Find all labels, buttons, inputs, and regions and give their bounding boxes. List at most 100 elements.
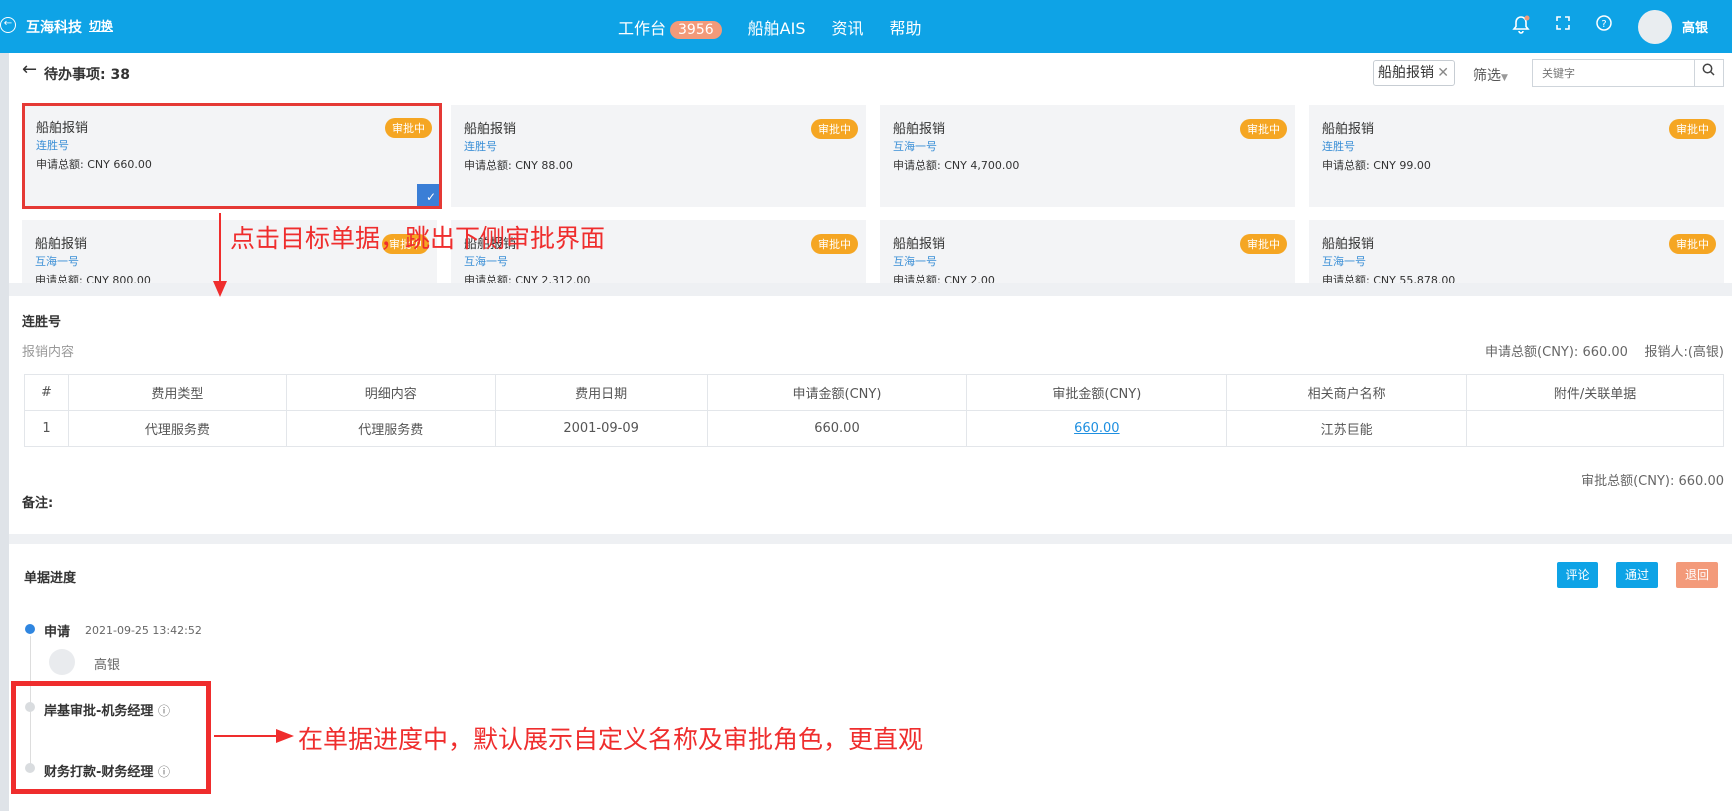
step-time: 2021-09-25 13:42:52	[85, 624, 202, 637]
annotation-text-top: 点击目标单据，跳出下侧审批界面	[230, 224, 606, 253]
left-strip	[0, 53, 9, 811]
status-badge: 审批中	[1669, 234, 1716, 254]
table-header-cell: #	[24, 374, 69, 411]
status-badge: 审批中	[1669, 119, 1716, 139]
table-cell: 2001-09-09	[494, 410, 708, 447]
status-badge: 审批中	[811, 234, 858, 254]
card-title: 船舶报销	[464, 122, 517, 137]
table-cell: 代理服务费	[285, 410, 496, 447]
card-ship: 互海一号	[893, 255, 937, 268]
filter-tag-label: 船舶报销	[1378, 65, 1434, 81]
nav-label: 工作台	[618, 18, 667, 38]
card-title: 船舶报销	[893, 237, 946, 252]
annotation-box	[11, 681, 211, 794]
card-amount: 申请总额: CNY 88.00	[464, 159, 573, 172]
switch-link[interactable]: 切换	[89, 17, 113, 34]
bell-icon[interactable]	[1512, 15, 1530, 39]
table-cell: 660.00	[706, 410, 968, 447]
status-badge: 审批中	[1240, 234, 1287, 254]
step-name: 申请	[44, 625, 71, 640]
detail-summary: 申请总额(CNY): 660.00 报销人:(高银)	[1485, 341, 1724, 360]
card-ship: 连胜号	[464, 140, 497, 153]
filter-dropdown[interactable]: 筛选▼	[1473, 65, 1508, 85]
help-icon[interactable]: ?	[1596, 15, 1612, 35]
workbench-count-badge: 3956	[670, 20, 722, 39]
page-title: 待办事项: 38	[44, 67, 130, 83]
card-amount: 申请总额: CNY 800.00	[35, 274, 151, 283]
table-header-cell: 费用日期	[494, 374, 708, 411]
table-cell: 代理服务费	[67, 410, 287, 447]
card-amount: 申请总额: CNY 2,312.00	[464, 274, 591, 283]
step-user: 高银	[94, 658, 121, 673]
card-title: 船舶报销	[35, 237, 88, 252]
search-input[interactable]	[1532, 59, 1695, 87]
card-title: 船舶报销	[1322, 122, 1375, 137]
table-header-cell: 相关商户名称	[1226, 374, 1468, 411]
card-amount: 申请总额: CNY 99.00	[1322, 159, 1431, 172]
request-card[interactable]: 船舶报销 审批中 连胜号 申请总额: CNY 99.00	[1309, 105, 1724, 207]
request-card[interactable]: 船舶报销 审批中 互海一号 申请总额: CNY 2.00	[880, 220, 1295, 283]
comment-button[interactable]: 评论	[1557, 562, 1598, 588]
status-badge: 审批中	[1240, 119, 1287, 139]
main-nav: 工作台 3956 船舶AIS 资讯 帮助	[618, 0, 922, 53]
card-title: 船舶报销	[893, 122, 946, 137]
approve-button[interactable]: 通过	[1616, 562, 1658, 588]
avatar	[49, 649, 75, 675]
fullscreen-icon[interactable]	[1555, 15, 1571, 35]
timeline-dot-active	[25, 624, 35, 634]
section-divider	[9, 283, 1732, 296]
card-title: 船舶报销	[1322, 237, 1375, 252]
card-amount: 申请总额: CNY 660.00	[36, 158, 152, 171]
arrow-right-head	[276, 729, 294, 743]
status-badge: 审批中	[385, 118, 432, 138]
nav-item-workbench[interactable]: 工作台 3956	[618, 15, 722, 39]
table-cell: 江苏巨能	[1226, 410, 1468, 447]
card-ship: 互海一号	[893, 140, 937, 153]
request-card[interactable]: 船舶报销 审批中 连胜号 申请总额: CNY 660.00 ✓	[22, 103, 442, 209]
card-ship: 互海一号	[464, 255, 508, 268]
filter-tag[interactable]: 船舶报销 ✕	[1373, 60, 1455, 86]
detail-total: 申请总额(CNY): 660.00	[1485, 345, 1628, 360]
progress-title: 单据进度	[24, 571, 77, 586]
annotation-text-bottom: 在单据进度中，默认展示自定义名称及审批角色，更直观	[298, 725, 924, 754]
approved-amount-link[interactable]: 660.00	[1074, 421, 1120, 436]
brand-name: 互海科技	[26, 20, 82, 36]
table-header-cell: 费用类型	[67, 374, 287, 411]
close-icon[interactable]: ✕	[1437, 61, 1449, 85]
back-arrow-icon[interactable]: ←	[22, 59, 37, 80]
table-header-cell: 申请金额(CNY)	[706, 374, 968, 411]
svg-text:?: ?	[1601, 19, 1606, 30]
table-header-row: # 费用类型 明细内容 费用日期 申请金额(CNY) 审批金额(CNY) 相关商…	[24, 374, 1724, 411]
user-name[interactable]: 高银	[1682, 17, 1708, 36]
remark-label: 备注:	[22, 496, 54, 511]
table-row: 1 代理服务费 代理服务费 2001-09-09 660.00 660.00 江…	[24, 410, 1724, 447]
table-header-cell: 附件/关联单据	[1466, 374, 1724, 411]
nav-item-help[interactable]: 帮助	[890, 15, 922, 39]
nav-item-ais[interactable]: 船舶AIS	[748, 15, 806, 39]
table-cell: 1	[24, 410, 69, 447]
request-card[interactable]: 船舶报销 审批中 互海一号 申请总额: CNY 55,878.00	[1309, 220, 1724, 283]
request-card[interactable]: 船舶报销 审批中 连胜号 申请总额: CNY 88.00	[451, 105, 866, 207]
nav-item-news[interactable]: 资讯	[831, 15, 863, 39]
card-ship: 连胜号	[36, 139, 69, 152]
caret-down-icon: ▼	[1501, 73, 1508, 83]
search-icon[interactable]	[1694, 59, 1724, 87]
section-divider	[9, 534, 1732, 544]
card-title: 船舶报销	[36, 121, 89, 136]
user-avatar[interactable]	[1638, 10, 1672, 44]
table-header-cell: 审批金额(CNY)	[966, 374, 1228, 411]
request-card[interactable]: 船舶报销 审批中 互海一号 申请总额: CNY 4,700.00	[880, 105, 1295, 207]
table-cell	[1466, 410, 1724, 447]
card-ship: 互海一号	[35, 255, 79, 268]
table-cell-link: 660.00	[966, 410, 1228, 447]
back-icon[interactable]: ←	[0, 17, 16, 33]
reject-button[interactable]: 退回	[1676, 562, 1718, 588]
card-amount: 申请总额: CNY 55,878.00	[1322, 274, 1456, 283]
detail-ship-name: 连胜号	[22, 315, 62, 330]
card-ship: 连胜号	[1322, 140, 1355, 153]
check-icon: ✓	[417, 184, 439, 206]
card-amount: 申请总额: CNY 4,700.00	[893, 159, 1020, 172]
detail-applicant: 报销人:(高银)	[1644, 345, 1724, 360]
expense-table: # 费用类型 明细内容 费用日期 申请金额(CNY) 审批金额(CNY) 相关商…	[24, 374, 1724, 447]
filter-label: 筛选	[1473, 68, 1501, 84]
